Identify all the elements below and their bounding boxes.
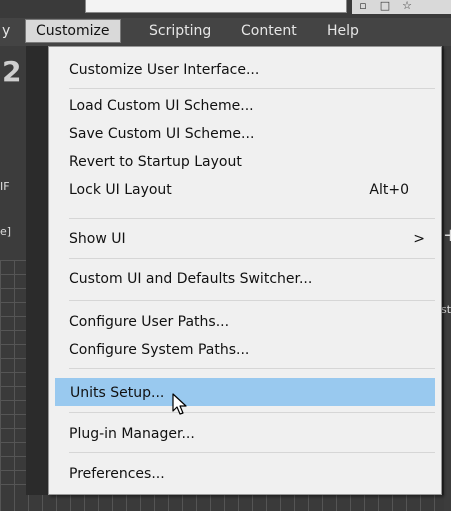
maximize-icon[interactable]: □ xyxy=(374,0,396,12)
menu-item-label: Lock UI Layout xyxy=(69,182,172,198)
menu-item-units-setup[interactable]: Units Setup... xyxy=(55,378,435,406)
menu-bar: y Customize Scripting Content Help xyxy=(0,18,451,46)
menu-item-label: Load Custom UI Scheme... xyxy=(69,98,254,114)
menubar-item-help[interactable]: Help xyxy=(317,18,369,44)
menu-separator xyxy=(69,300,435,301)
menubar-item-scripting[interactable]: Scripting xyxy=(139,18,221,44)
menu-separator xyxy=(69,88,435,89)
menu-item-label: Configure User Paths... xyxy=(69,314,230,330)
left-panel-label: IF xyxy=(0,180,10,193)
menubar-item-content[interactable]: Content xyxy=(231,18,307,44)
menu-item-label: Configure System Paths... xyxy=(69,342,250,358)
submenu-arrow-icon: > xyxy=(413,231,425,247)
customize-menu: Customize User Interface... Load Custom … xyxy=(48,46,442,495)
menu-item-label: Preferences... xyxy=(69,466,165,482)
window-controls: ▫ □ ☆ xyxy=(352,0,451,14)
menubar-item-customize[interactable]: Customize xyxy=(25,19,121,43)
menu-separator xyxy=(69,412,435,413)
menu-item-label: Show UI xyxy=(69,231,126,247)
viewport-grid-bottom[interactable] xyxy=(0,495,451,511)
menu-separator xyxy=(69,452,435,453)
viewport-grid[interactable] xyxy=(0,260,26,511)
menu-item-load-scheme[interactable]: Load Custom UI Scheme... xyxy=(55,92,435,120)
menu-item-label: Save Custom UI Scheme... xyxy=(69,126,255,142)
menu-item-label: Plug-in Manager... xyxy=(69,426,195,442)
left-panel-number: 2 xyxy=(2,55,22,88)
menubar-item-partial[interactable]: y xyxy=(0,18,20,44)
star-icon[interactable]: ☆ xyxy=(396,0,418,12)
menu-item-customize-ui[interactable]: Customize User Interface... xyxy=(55,56,435,84)
menu-item-label: Customize User Interface... xyxy=(69,62,260,78)
menu-item-ui-switcher[interactable]: Custom UI and Defaults Switcher... xyxy=(55,265,435,293)
menu-item-plugin-manager[interactable]: Plug-in Manager... xyxy=(55,420,435,448)
menu-separator xyxy=(69,368,435,369)
menu-item-lock-layout[interactable]: Lock UI Layout Alt+0 xyxy=(55,176,435,204)
menu-item-revert-layout[interactable]: Revert to Startup Layout xyxy=(55,148,435,176)
menu-item-show-ui[interactable]: Show UI > xyxy=(55,225,435,253)
left-panel-label: e] xyxy=(0,225,12,238)
menu-item-label: Custom UI and Defaults Switcher... xyxy=(69,271,313,287)
shortcut-label: Alt+0 xyxy=(369,182,409,198)
mouse-cursor-icon xyxy=(172,393,187,415)
menu-item-label: Units Setup... xyxy=(70,385,165,401)
plus-icon[interactable]: + xyxy=(443,225,451,246)
right-panel-label: st xyxy=(441,303,451,316)
menu-item-save-scheme[interactable]: Save Custom UI Scheme... xyxy=(55,120,435,148)
menu-item-user-paths[interactable]: Configure User Paths... xyxy=(55,308,435,336)
menu-item-system-paths[interactable]: Configure System Paths... xyxy=(55,336,435,364)
menu-item-preferences[interactable]: Preferences... xyxy=(55,460,435,488)
right-panel xyxy=(444,46,451,511)
menu-separator xyxy=(69,258,435,259)
menu-separator xyxy=(69,218,435,219)
search-box[interactable] xyxy=(85,0,347,13)
minimize-icon[interactable]: ▫ xyxy=(352,0,374,12)
menu-item-label: Revert to Startup Layout xyxy=(69,154,242,170)
